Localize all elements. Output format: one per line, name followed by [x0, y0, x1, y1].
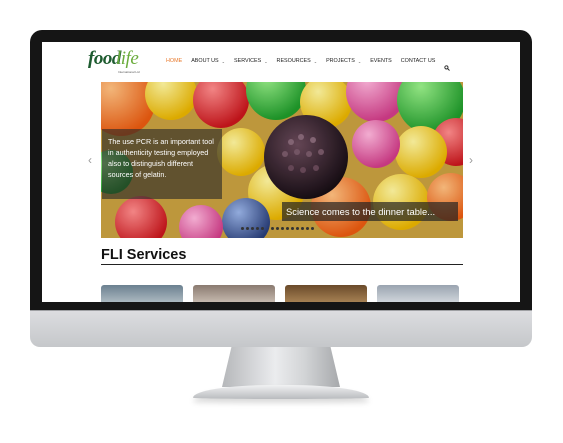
nav-item-services[interactable]: SERVICES ⌄	[234, 58, 268, 64]
monitor-bezel: food life International Ltd HOME ABOUT U…	[30, 30, 532, 310]
slider-dot[interactable]	[271, 227, 274, 230]
nav-label-about-us: ABOUT US	[191, 58, 219, 64]
slider-dot[interactable]	[261, 227, 264, 230]
main-navigation: HOME ABOUT US ⌄ SERVICES ⌄ RESOURCES ⌄ PROJ…	[166, 58, 451, 71]
slider-dot[interactable]	[311, 227, 314, 230]
nav-item-about-us[interactable]: ABOUT US ⌄	[191, 58, 225, 64]
slide-caption-main: The use PCR is an important tool in auth…	[108, 137, 214, 179]
slider-dot[interactable]	[241, 227, 244, 230]
website-screen: food life International Ltd HOME ABOUT U…	[42, 42, 520, 302]
nav-label-services: SERVICES	[234, 58, 262, 64]
slider-dot[interactable]	[246, 227, 249, 230]
chevron-down-icon: ⌄	[357, 58, 362, 64]
chevron-down-icon: ⌄	[221, 58, 226, 64]
slider-prev-arrow-icon[interactable]: ‹	[88, 153, 92, 167]
nav-label-contact-us: CONTACT US	[400, 58, 436, 64]
monitor-chin	[30, 310, 532, 347]
services-heading: FLI Services	[101, 247, 187, 263]
search-icon[interactable]	[444, 58, 451, 71]
food-life-logo[interactable]: food life International Ltd	[88, 48, 148, 76]
monitor-stand	[222, 347, 340, 387]
slider-dot[interactable]	[276, 227, 279, 230]
slider-pagination	[241, 227, 316, 230]
slider-dot[interactable]	[306, 227, 309, 230]
monitor-frame: food life International Ltd HOME ABOUT U…	[30, 30, 532, 347]
service-thumbnail[interactable]	[377, 285, 459, 302]
slider-dot[interactable]	[281, 227, 284, 230]
nav-label-home: HOME	[166, 58, 183, 64]
nav-item-projects[interactable]: PROJECTS ⌄	[326, 58, 361, 64]
slider-dot[interactable]	[286, 227, 289, 230]
nav-label-events: EVENTS	[370, 58, 392, 64]
logo-tagline: International Ltd	[118, 70, 140, 74]
slide-caption-box: The use PCR is an important tool in auth…	[102, 129, 222, 199]
slider-dot[interactable]	[256, 227, 259, 230]
service-thumbnail[interactable]	[285, 285, 367, 302]
nav-label-projects: PROJECTS	[326, 58, 355, 64]
hero-slider[interactable]: The use PCR is an important tool in auth…	[101, 82, 463, 238]
slider-dot[interactable]	[291, 227, 294, 230]
slide-caption-secondary-box: Science comes to the dinner table...	[282, 202, 458, 221]
nav-label-resources: RESOURCES	[276, 58, 311, 64]
service-thumbnail[interactable]	[101, 285, 183, 302]
service-thumbnail[interactable]	[193, 285, 275, 302]
slider-dot[interactable]	[251, 227, 254, 230]
services-divider	[101, 264, 463, 265]
monitor-base	[193, 385, 369, 399]
nav-item-resources[interactable]: RESOURCES ⌄	[277, 58, 318, 64]
nav-item-contact-us[interactable]: CONTACT US	[401, 58, 436, 64]
nav-item-events[interactable]: EVENTS	[370, 58, 392, 64]
slide-caption-secondary: Science comes to the dinner table...	[286, 206, 436, 217]
chevron-down-icon: ⌄	[313, 58, 318, 64]
logo-life-text: life	[116, 48, 139, 69]
slider-next-arrow-icon[interactable]: ›	[469, 153, 473, 167]
slider-dot[interactable]	[296, 227, 299, 230]
chevron-down-icon: ⌄	[264, 58, 268, 64]
slider-dot[interactable]	[301, 227, 304, 230]
nav-item-home[interactable]: HOME	[166, 58, 182, 64]
